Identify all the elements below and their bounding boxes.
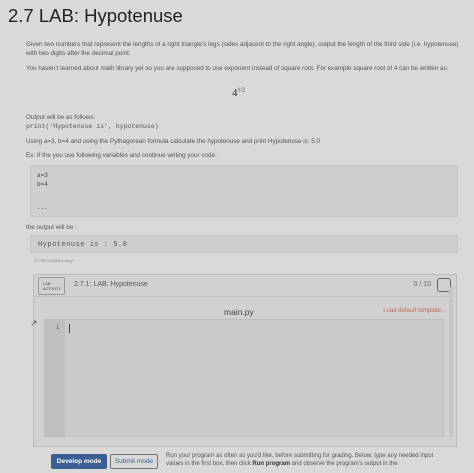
using-line-text: Using a=3, b=4 and using the Pythagorean… — [26, 138, 321, 145]
output-as-follows-text: Output will be as follows: — [26, 114, 96, 121]
submit-mode-button[interactable]: Submit mode — [110, 454, 158, 469]
example-line-text: Ex: If the you use following variables a… — [26, 152, 217, 159]
mouse-pointer-icon: ↗ — [30, 318, 38, 328]
intro-text: Given two numbers that represent the len… — [26, 41, 459, 57]
print-statement: print('Hypotenuse is', hypotenuse) — [26, 123, 159, 130]
code-line-3: ... — [37, 204, 48, 211]
score-text: 0 / 10 — [413, 281, 431, 288]
output-label-text: the output will be : — [26, 224, 77, 231]
code-line-2: b=4 — [37, 181, 48, 188]
code-line-1: a=3 — [37, 172, 48, 179]
filename: main.py — [224, 307, 254, 317]
lab-activity-panel: LAB ACTIVITY 2.7.1: LAB: Hypotenuse 0 / … — [33, 274, 457, 447]
example-output-block: Hypotenuse is : 5.0 — [30, 235, 458, 253]
math-note-text: You haven't learned about math library y… — [26, 65, 449, 72]
line-number: 1 — [56, 325, 60, 331]
develop-mode-button[interactable]: Develop mode — [51, 454, 107, 469]
scrollbar[interactable] — [449, 287, 453, 437]
lab-badge-line2: ACTIVITY — [43, 286, 62, 291]
example-output-value: Hypotenuse is : 5.0 — [38, 241, 128, 249]
editor-gutter: 1 — [45, 320, 65, 436]
activity-id: 377756.2108908.qx3zqy7 — [34, 259, 75, 263]
text-cursor — [69, 324, 70, 333]
example-code-block: a=3 b=4 ... — [30, 165, 458, 217]
lab-title: 2.7.1: LAB: Hypotenuse — [74, 281, 148, 288]
run-instructions-text: Run your program as often as you'd like,… — [166, 452, 448, 468]
note-run-program: Run program — [252, 461, 291, 467]
lab-header: LAB ACTIVITY 2.7.1: LAB: Hypotenuse 0 / … — [34, 275, 456, 297]
load-default-template-link[interactable]: Load default template... — [383, 308, 446, 314]
code-editor[interactable]: 1 — [44, 319, 444, 437]
math-exponent: 1/2 — [237, 87, 246, 94]
note-part2: and observe the program's output in the — [290, 461, 398, 467]
page-title: 2.7 LAB: Hypotenuse — [8, 5, 183, 26]
lab-activity-badge: LAB ACTIVITY — [38, 277, 65, 295]
math-example: 41/2 — [232, 87, 245, 99]
